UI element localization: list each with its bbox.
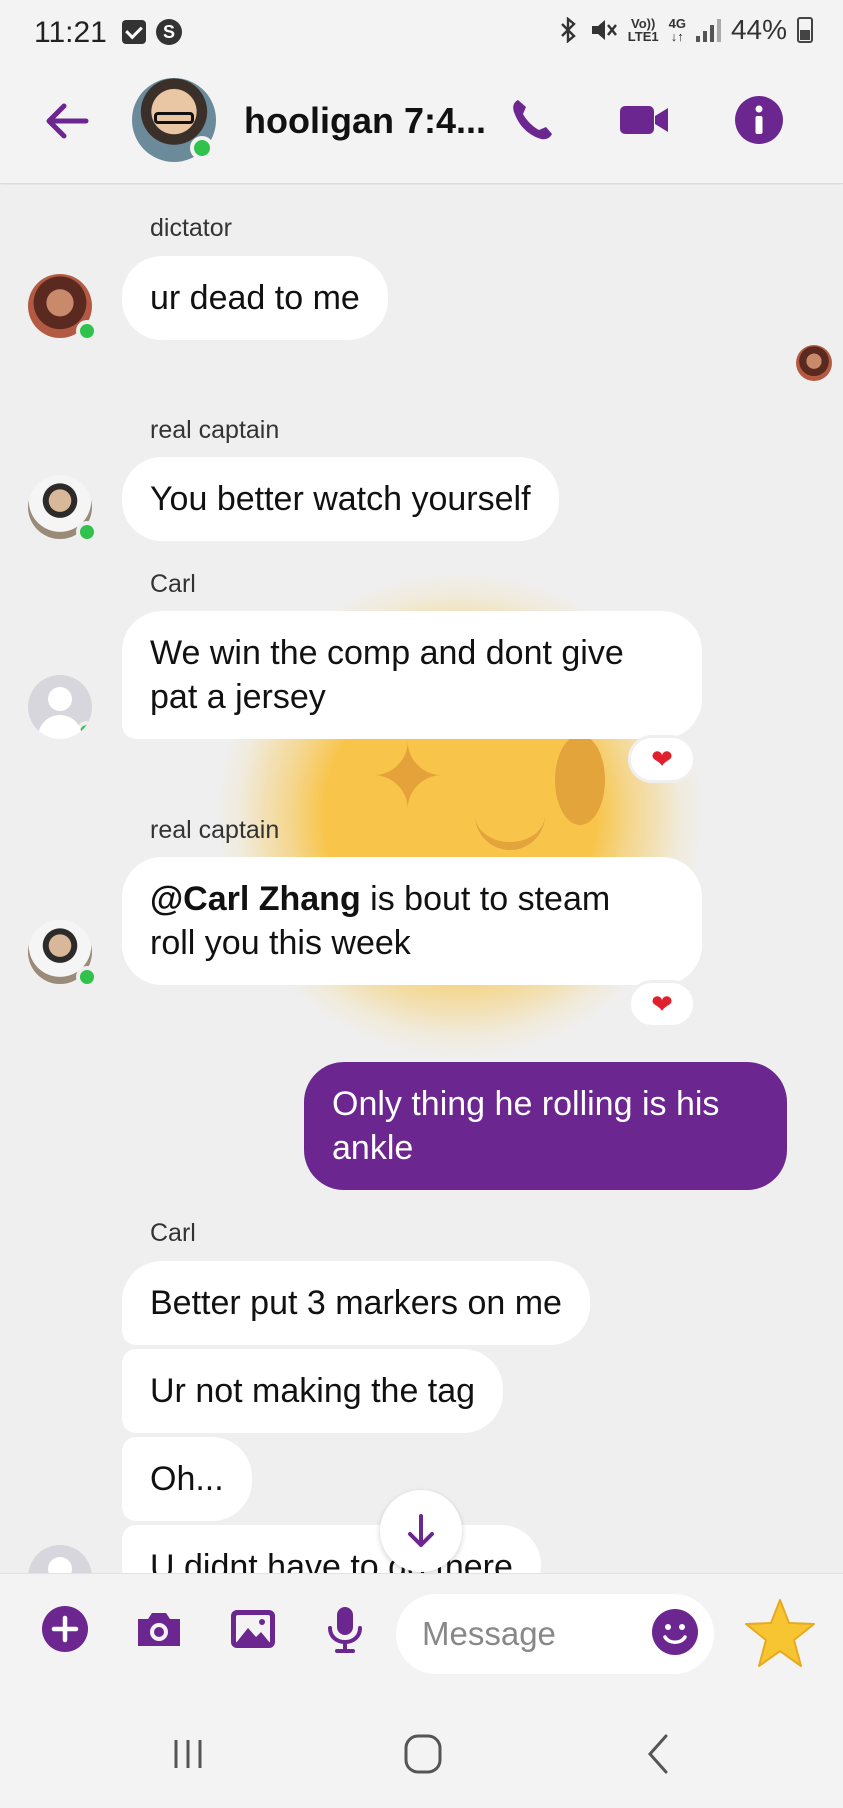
message-bubble[interactable]: We win the comp and dont give pat a jerse…: [122, 611, 702, 739]
avatar[interactable]: [28, 274, 98, 342]
microphone-icon[interactable]: [318, 1602, 372, 1656]
phone-icon[interactable]: [504, 92, 560, 148]
read-receipt-avatar: [796, 345, 832, 381]
online-status-dot: [76, 721, 92, 739]
status-indicators: Vo)) LTE1 4G ↓↑ 44%: [556, 14, 813, 46]
online-status-dot: [190, 136, 214, 160]
arrow-left-icon[interactable]: [42, 96, 92, 146]
chat-header: hooligan 7:4...: [0, 66, 843, 184]
message-bubble[interactable]: Ur not making the tag: [122, 1349, 504, 1433]
image-icon[interactable]: [226, 1602, 280, 1656]
message-bubble[interactable]: Oh...: [122, 1437, 252, 1521]
status-time: 11:21: [34, 16, 107, 49]
data-indicator: 4G ↓↑: [668, 16, 686, 44]
status-bar: 11:21 S Vo)) LTE1 4G ↓↑ 44%: [0, 0, 843, 66]
sender-name: real captain: [150, 416, 280, 444]
star-icon[interactable]: [742, 1596, 818, 1672]
back-nav-icon[interactable]: [628, 1726, 688, 1782]
heart-reaction-icon[interactable]: ❤: [628, 980, 696, 1028]
signal-strength-icon: [695, 18, 721, 42]
online-status-dot: [76, 966, 98, 988]
arrow-down-icon: [408, 1514, 434, 1547]
sender-name: Carl: [150, 1219, 196, 1247]
system-navigation-bar: [0, 1698, 843, 1808]
conversation-title[interactable]: hooligan 7:4...: [244, 100, 486, 142]
message-bubble[interactable]: You better watch yourself: [122, 457, 559, 541]
home-icon[interactable]: [393, 1726, 453, 1782]
online-status-dot: [76, 521, 98, 543]
checkbox-notification-icon: [122, 20, 146, 44]
video-camera-icon[interactable]: [616, 92, 672, 148]
mention[interactable]: @Carl Zhang: [150, 880, 361, 918]
message-composer: [0, 1573, 843, 1698]
smiley-icon[interactable]: [650, 1607, 700, 1657]
camera-icon[interactable]: [132, 1602, 186, 1656]
plus-icon[interactable]: [38, 1602, 92, 1656]
sender-name: Carl: [150, 570, 196, 598]
message-list[interactable]: ✦ dictator ur dead to me real captain Yo…: [0, 185, 843, 1573]
message-bubble[interactable]: U didnt have to go there: [122, 1525, 541, 1573]
battery-icon: [797, 17, 813, 43]
avatar[interactable]: [28, 475, 98, 543]
battery-percent: 44%: [730, 14, 787, 45]
info-icon[interactable]: [731, 92, 787, 148]
message-bubble[interactable]: ur dead to me: [122, 256, 388, 340]
outgoing-message-bubble[interactable]: Only thing he rolling is his ankle: [304, 1062, 787, 1190]
sender-name: dictator: [150, 214, 232, 242]
avatar[interactable]: [28, 675, 92, 739]
mute-icon: [591, 20, 617, 40]
heart-reaction-icon[interactable]: ❤: [628, 735, 696, 783]
bluetooth-icon: [560, 17, 576, 43]
avatar[interactable]: [28, 920, 98, 988]
message-bubble[interactable]: Better put 3 markers on me: [122, 1261, 590, 1345]
sender-name: real captain: [150, 816, 280, 844]
recent-apps-icon[interactable]: [158, 1726, 218, 1782]
volte-indicator: Vo)) LTE1: [627, 16, 659, 44]
shazam-notification-icon: S: [156, 19, 182, 45]
message-bubble[interactable]: @Carl Zhang is bout to steam roll you th…: [122, 857, 702, 985]
avatar[interactable]: [28, 1545, 92, 1573]
scroll-to-bottom-button[interactable]: [380, 1490, 462, 1572]
online-status-dot: [76, 320, 98, 342]
